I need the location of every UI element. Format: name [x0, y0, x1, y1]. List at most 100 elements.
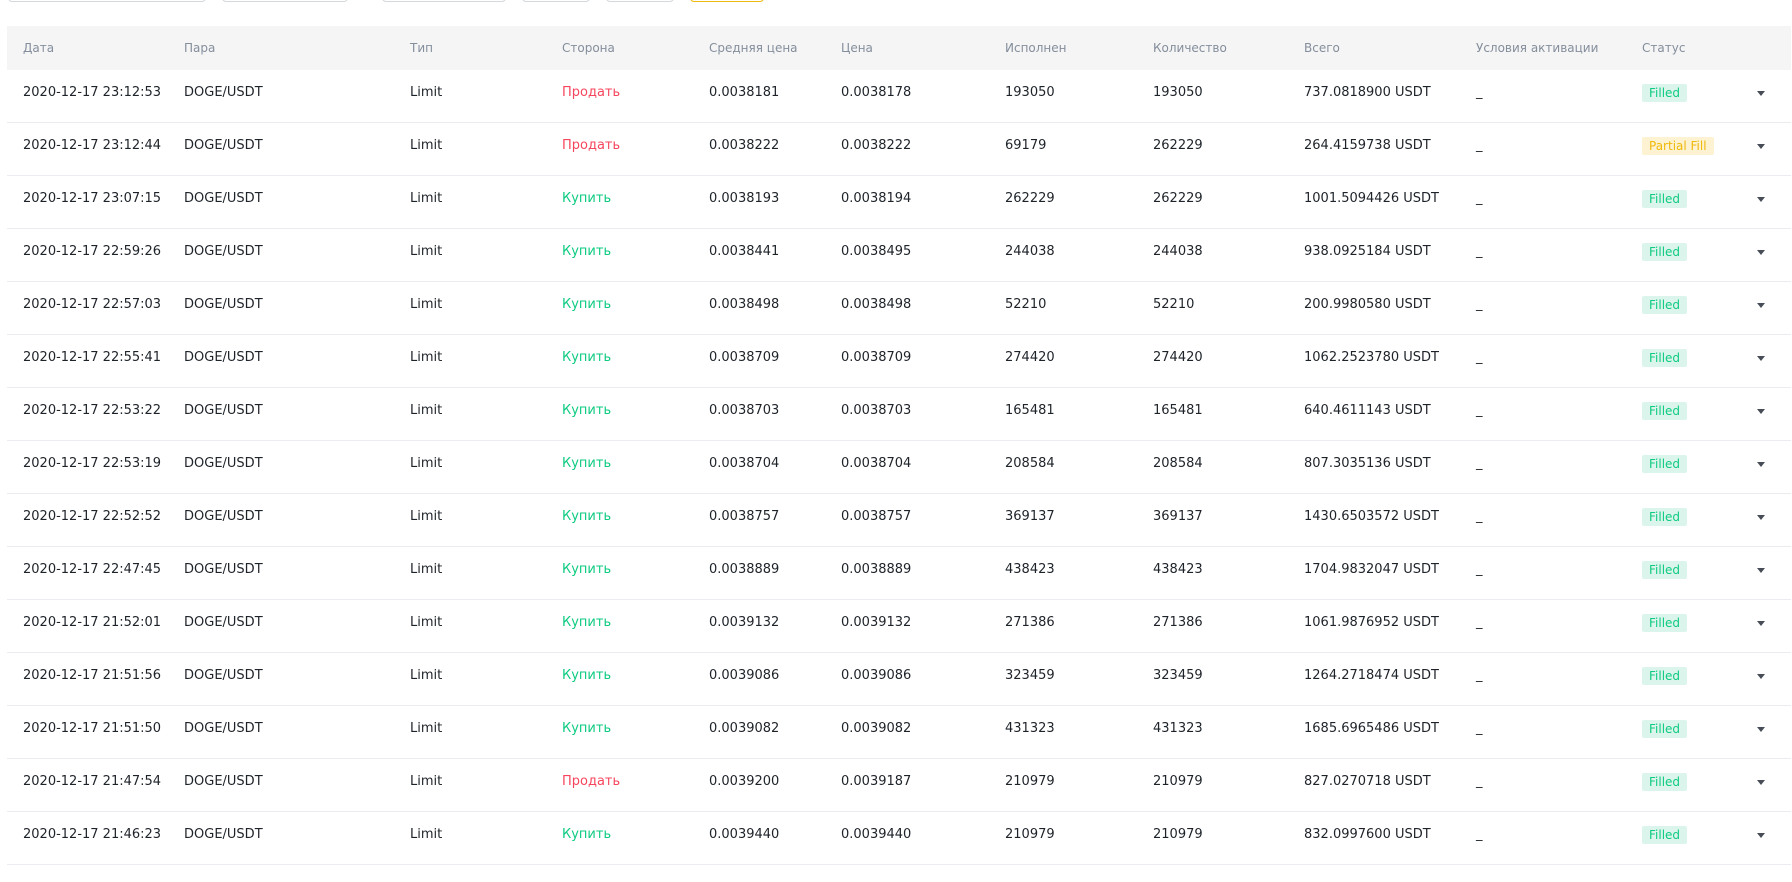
order-total: 1430.6503572 USDT [1304, 509, 1439, 524]
order-type: Limit [410, 350, 443, 365]
order-executed: 369137 [1005, 509, 1055, 524]
order-average-price: 0.0039132 [709, 615, 780, 630]
order-date: 2020-12-17 22:59:26 [23, 244, 162, 259]
chevron-down-icon[interactable] [1751, 441, 1771, 493]
table-row[interactable]: 2020-12-17 21:51:50 DOGE/USDT Limit Купить 0… [7, 706, 1791, 759]
order-trigger-conditions: _ [1476, 827, 1483, 842]
table-row[interactable]: 2020-12-17 21:47:54 DOGE/USDT Limit Продать… [7, 759, 1791, 812]
date-from-filter[interactable] [8, 0, 206, 2]
filter-bar [0, 0, 1792, 4]
order-side: Купить [562, 297, 612, 312]
order-amount: 323459 [1153, 668, 1203, 683]
order-status-cell: Filled [1642, 759, 1688, 811]
order-executed: 208584 [1005, 456, 1055, 471]
order-price: 0.0038222 [841, 138, 912, 153]
order-amount: 438423 [1153, 562, 1203, 577]
order-trigger-conditions: _ [1476, 350, 1483, 365]
column-header-price: Цена [841, 41, 873, 55]
type-filter[interactable] [522, 0, 590, 2]
order-executed: 431323 [1005, 721, 1055, 736]
chevron-down-icon[interactable] [1751, 282, 1771, 334]
date-to-filter[interactable] [222, 0, 348, 2]
table-row[interactable]: 2020-12-17 23:12:44 DOGE/USDT Limit Продать… [7, 123, 1791, 176]
table-row[interactable]: 2020-12-17 21:52:01 DOGE/USDT Limit Купить 0… [7, 600, 1791, 653]
table-row[interactable]: 2020-12-17 23:12:53 DOGE/USDT Limit Продать… [7, 70, 1791, 123]
chevron-down-icon[interactable] [1751, 759, 1771, 811]
chevron-down-icon[interactable] [1751, 812, 1771, 864]
chevron-down-icon[interactable] [1751, 494, 1771, 546]
table-row[interactable]: 2020-12-17 23:07:15 DOGE/USDT Limit Купить 0… [7, 176, 1791, 229]
search-button[interactable] [690, 0, 764, 2]
table-row[interactable]: 2020-12-17 22:47:45 DOGE/USDT Limit Купить 0… [7, 547, 1791, 600]
order-trigger-conditions: _ [1476, 191, 1483, 206]
chevron-down-icon[interactable] [1751, 600, 1771, 652]
order-amount: 210979 [1153, 774, 1203, 789]
order-amount: 52210 [1153, 297, 1195, 312]
order-executed: 274420 [1005, 350, 1055, 365]
order-trigger-conditions: _ [1476, 85, 1483, 100]
column-header-average-price: Средняя цена [709, 41, 798, 55]
order-pair: DOGE/USDT [184, 350, 263, 365]
order-date: 2020-12-17 23:07:15 [23, 191, 162, 206]
order-total: 1062.2523780 USDT [1304, 350, 1439, 365]
order-average-price: 0.0038193 [709, 191, 780, 206]
order-average-price: 0.0039082 [709, 721, 780, 736]
order-status-cell: Filled [1642, 706, 1688, 758]
column-header-date: Дата [23, 41, 55, 55]
chevron-down-icon[interactable] [1751, 388, 1771, 440]
order-total: 640.4611143 USDT [1304, 403, 1431, 418]
chevron-down-icon[interactable] [1751, 653, 1771, 705]
status-badge: Filled [1642, 295, 1688, 314]
order-date: 2020-12-17 21:51:56 [23, 668, 162, 683]
order-executed: 323459 [1005, 668, 1055, 683]
order-price: 0.0038498 [841, 297, 912, 312]
chevron-down-icon[interactable] [1751, 706, 1771, 758]
order-side: Купить [562, 827, 612, 842]
order-executed: 210979 [1005, 827, 1055, 842]
table-row[interactable]: 2020-12-17 21:51:56 DOGE/USDT Limit Купить 0… [7, 653, 1791, 706]
order-date: 2020-12-17 21:46:23 [23, 827, 162, 842]
order-amount: 271386 [1153, 615, 1203, 630]
status-badge: Filled [1642, 454, 1688, 473]
order-amount: 262229 [1153, 138, 1203, 153]
table-row[interactable]: 2020-12-17 21:46:23 DOGE/USDT Limit Купить 0… [7, 812, 1791, 865]
table-row[interactable]: 2020-12-17 22:59:26 DOGE/USDT Limit Купить 0… [7, 229, 1791, 282]
column-header-pair: Пара [184, 41, 216, 55]
chevron-down-icon[interactable] [1751, 229, 1771, 281]
order-amount: 165481 [1153, 403, 1203, 418]
order-status-cell: Filled [1642, 812, 1688, 864]
order-average-price: 0.0039086 [709, 668, 780, 683]
table-row[interactable]: 2020-12-17 22:52:52 DOGE/USDT Limit Купить 0… [7, 494, 1791, 547]
order-average-price: 0.0038757 [709, 509, 780, 524]
table-row[interactable]: 2020-12-17 22:53:19 DOGE/USDT Limit Купить 0… [7, 441, 1791, 494]
order-total: 264.4159738 USDT [1304, 138, 1431, 153]
order-trigger-conditions: _ [1476, 456, 1483, 471]
order-date: 2020-12-17 22:53:19 [23, 456, 162, 471]
side-filter[interactable] [606, 0, 674, 2]
status-badge: Filled [1642, 719, 1688, 738]
chevron-down-icon[interactable] [1751, 123, 1771, 175]
order-average-price: 0.0038703 [709, 403, 780, 418]
order-average-price: 0.0038181 [709, 85, 780, 100]
order-side: Купить [562, 403, 612, 418]
order-total: 807.3035136 USDT [1304, 456, 1431, 471]
chevron-down-icon[interactable] [1751, 335, 1771, 387]
pair-filter[interactable] [382, 0, 506, 2]
order-amount: 274420 [1153, 350, 1203, 365]
chevron-down-icon[interactable] [1751, 176, 1771, 228]
order-status-cell: Filled [1642, 494, 1688, 546]
order-type: Limit [410, 774, 443, 789]
table-row[interactable]: 2020-12-17 22:55:41 DOGE/USDT Limit Купить 0… [7, 335, 1791, 388]
order-price: 0.0038757 [841, 509, 912, 524]
order-average-price: 0.0038441 [709, 244, 780, 259]
column-header-executed: Исполнен [1005, 41, 1067, 55]
table-row[interactable]: 2020-12-17 22:57:03 DOGE/USDT Limit Купить 0… [7, 282, 1791, 335]
order-price: 0.0038495 [841, 244, 912, 259]
order-price: 0.0038703 [841, 403, 912, 418]
chevron-down-icon[interactable] [1751, 70, 1771, 122]
chevron-down-icon[interactable] [1751, 547, 1771, 599]
order-type: Limit [410, 297, 443, 312]
table-row[interactable]: 2020-12-17 22:53:22 DOGE/USDT Limit Купить 0… [7, 388, 1791, 441]
order-average-price: 0.0038889 [709, 562, 780, 577]
order-date: 2020-12-17 22:57:03 [23, 297, 162, 312]
